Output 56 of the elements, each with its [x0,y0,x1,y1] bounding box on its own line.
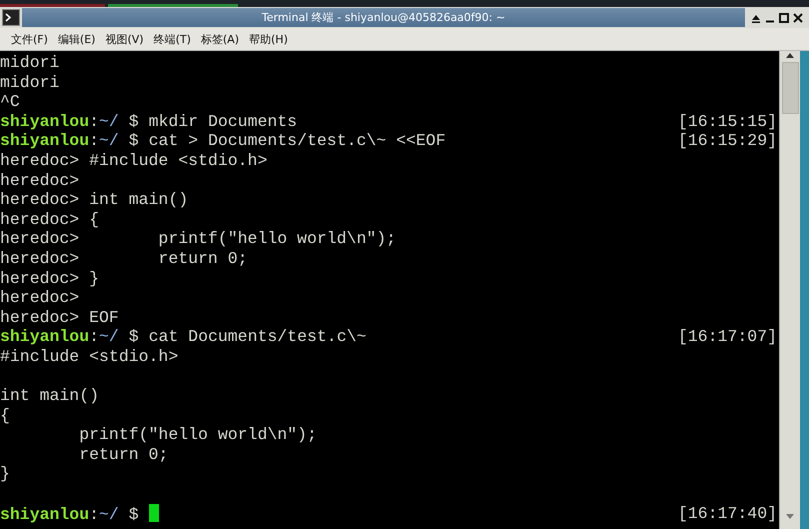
prompt-path: ~/ [99,131,119,150]
output-line: midori [0,72,60,92]
prompt-symbol: $ [128,112,139,131]
prompt-path: ~/ [99,112,119,131]
output-line: heredoc> #include <stdio.h> [0,150,268,171]
shade-icon[interactable] [751,12,761,22]
output-line: heredoc> [0,170,80,190]
prompt-path: ~/ [99,504,119,524]
output-line: heredoc> EOF [0,308,119,328]
menu-item[interactable]: 视图(V) [100,30,149,48]
menu-item[interactable]: 帮助(H) [244,30,293,48]
timestamp: [16:15:29] [678,131,778,151]
output-line: #include <stdio.h> [0,346,178,366]
output-line: midori [0,53,60,73]
prompt-separator: : [89,131,100,150]
output-line: printf("hello world\n"); [78,425,317,445]
prompt-separator: : [89,327,100,346]
close-icon[interactable] [793,12,803,22]
terminal-output[interactable] [0,51,780,529]
prompt-symbol: $ [128,327,139,346]
output-line: heredoc> return 0; [0,248,248,269]
output-line: } [0,464,10,484]
output-line: ^C [0,92,20,112]
output-line: heredoc> } [0,268,100,288]
prompt-user: shiyanlou [0,327,90,346]
command-text: cat Documents/test.c\~ [148,327,366,346]
output-line: heredoc> { [0,210,100,230]
menu-item[interactable]: 终端(T) [148,30,196,48]
output-line: { [0,406,10,426]
window-title: Terminal 终端 - shiyanlou@405826aa0f90: ~ [22,8,745,27]
prompt-separator: : [89,112,100,131]
prompt-path: ~/ [99,327,119,346]
output-line: heredoc> [0,288,80,308]
prompt-symbol: $ [128,504,139,524]
prompt-user: shiyanlou [0,504,90,524]
command-text: mkdir Documents [148,112,298,131]
maximize-icon[interactable] [779,12,789,22]
menu-item[interactable]: 编辑(E) [52,30,100,48]
output-line: heredoc> printf("hello world\n"); [0,229,396,249]
terminal-icon [2,9,20,26]
prompt-user: shiyanlou [0,131,90,150]
scroll-down-icon[interactable] [785,511,796,521]
scrollbar[interactable] [779,51,800,529]
timestamp: [16:17:07] [678,327,778,347]
prompt-symbol: $ [128,131,139,150]
output-line: heredoc> int main() [0,190,188,210]
timestamp: [16:17:40] [678,504,778,524]
menu-item[interactable]: 文件(F) [6,30,53,48]
output-line: int main() [0,386,100,406]
timestamp: [16:15:15] [678,112,778,132]
prompt-user: shiyanlou [0,112,90,131]
command-text: cat > Documents/test.c\~ <<EOF [148,131,446,150]
scroll-thumb[interactable] [782,62,799,114]
output-line: return 0; [78,444,168,464]
prompt-separator: : [89,504,100,524]
menu-item[interactable]: 标签(A) [196,30,244,48]
